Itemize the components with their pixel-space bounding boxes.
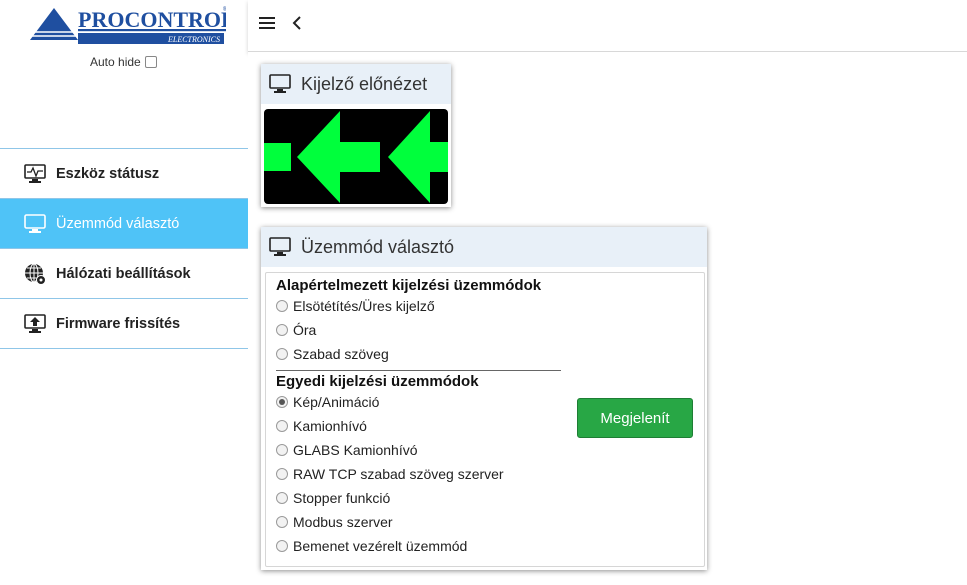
main-content: Kijelző előnézet Üzemmód választó Alapér…	[248, 52, 967, 585]
monitor-upload-icon	[24, 313, 46, 335]
radio-button[interactable]	[276, 540, 288, 552]
hamburger-icon[interactable]	[256, 12, 278, 34]
default-modes-title: Alapértelmezett kijelzési üzemmódok	[276, 277, 542, 294]
sidebar-item-label: Hálózati beállítások	[56, 265, 191, 282]
mode-options: Alapértelmezett kijelzési üzemmódok Elsö…	[265, 272, 705, 567]
mode-option-raw-tcp[interactable]: RAW TCP szabad szöveg szerver	[276, 462, 561, 486]
mode-option-stopper[interactable]: Stopper funkció	[276, 486, 561, 510]
preview-panel-title: Kijelző előnézet	[301, 73, 428, 94]
mode-option-clock[interactable]: Óra	[276, 318, 561, 342]
brand-name: PROCONTROL	[78, 7, 226, 32]
sidebar-item-label: Eszköz státusz	[56, 165, 160, 182]
monitor-pulse-icon	[24, 163, 46, 185]
show-button[interactable]: Megjelenít	[577, 398, 693, 438]
brand-sub: ELECTRONICS	[167, 35, 220, 44]
divider	[276, 370, 561, 371]
sidebar-item-label: Firmware frissítés	[56, 315, 181, 332]
auto-hide-checkbox[interactable]	[144, 56, 157, 68]
radio-button[interactable]	[276, 300, 288, 312]
sidebar-item-firmware-update[interactable]: Firmware frissítés	[0, 299, 248, 349]
preview-panel: Kijelző előnézet	[261, 64, 451, 207]
mode-option-input-controlled[interactable]: Bemenet vezérelt üzemmód	[276, 534, 561, 558]
auto-hide-label: Auto hide	[90, 55, 141, 69]
monitor-icon	[269, 237, 291, 257]
sidebar-nav: Eszköz státusz Üzemmód választó Hálózati…	[0, 148, 248, 349]
chevron-left-icon[interactable]	[286, 12, 308, 34]
globe-settings-icon	[24, 263, 46, 285]
auto-hide-toggle[interactable]: Auto hide	[90, 55, 157, 69]
radio-button[interactable]	[276, 468, 288, 480]
arrow-animation-image	[264, 111, 448, 203]
procontrol-logo: PROCONTROL ® ELECTRONICS	[30, 6, 226, 44]
monitor-icon	[269, 74, 291, 94]
mode-option-free-text[interactable]: Szabad szöveg	[276, 342, 561, 366]
radio-button[interactable]	[276, 324, 288, 336]
sidebar-item-label: Üzemmód választó	[56, 215, 180, 232]
sidebar-item-device-status[interactable]: Eszköz státusz	[0, 149, 248, 199]
radio-button[interactable]	[276, 492, 288, 504]
display-preview	[264, 109, 448, 204]
mode-panel-header: Üzemmód választó	[261, 227, 707, 267]
mode-option-modbus[interactable]: Modbus szerver	[276, 510, 561, 534]
svg-text:®: ®	[223, 6, 226, 13]
sidebar-item-network-settings[interactable]: Hálózati beállítások	[0, 249, 248, 299]
mode-panel-title: Üzemmód választó	[301, 236, 455, 257]
mode-option-image-animation[interactable]: Kép/Animáció	[276, 390, 561, 414]
preview-panel-header: Kijelző előnézet	[261, 64, 451, 104]
sidebar: PROCONTROL ® ELECTRONICS Auto hide Eszkö…	[0, 0, 249, 585]
mode-selector-panel: Üzemmód választó Alapértelmezett kijelzé…	[261, 227, 707, 570]
custom-modes-title: Egyedi kijelzési üzemmódok	[276, 373, 479, 390]
radio-button[interactable]	[276, 348, 288, 360]
mode-option-glabs-truck-caller[interactable]: GLABS Kamionhívó	[276, 438, 561, 462]
radio-button[interactable]	[276, 420, 288, 432]
radio-button[interactable]	[276, 516, 288, 528]
radio-button[interactable]	[276, 444, 288, 456]
radio-button-selected[interactable]	[276, 396, 288, 408]
mode-option-blank[interactable]: Elsötétítés/Üres kijelző	[276, 294, 561, 318]
sidebar-item-mode-selector[interactable]: Üzemmód választó	[0, 199, 248, 249]
mode-option-truck-caller[interactable]: Kamionhívó	[276, 414, 561, 438]
top-bar	[248, 0, 967, 52]
monitor-icon	[24, 213, 46, 235]
